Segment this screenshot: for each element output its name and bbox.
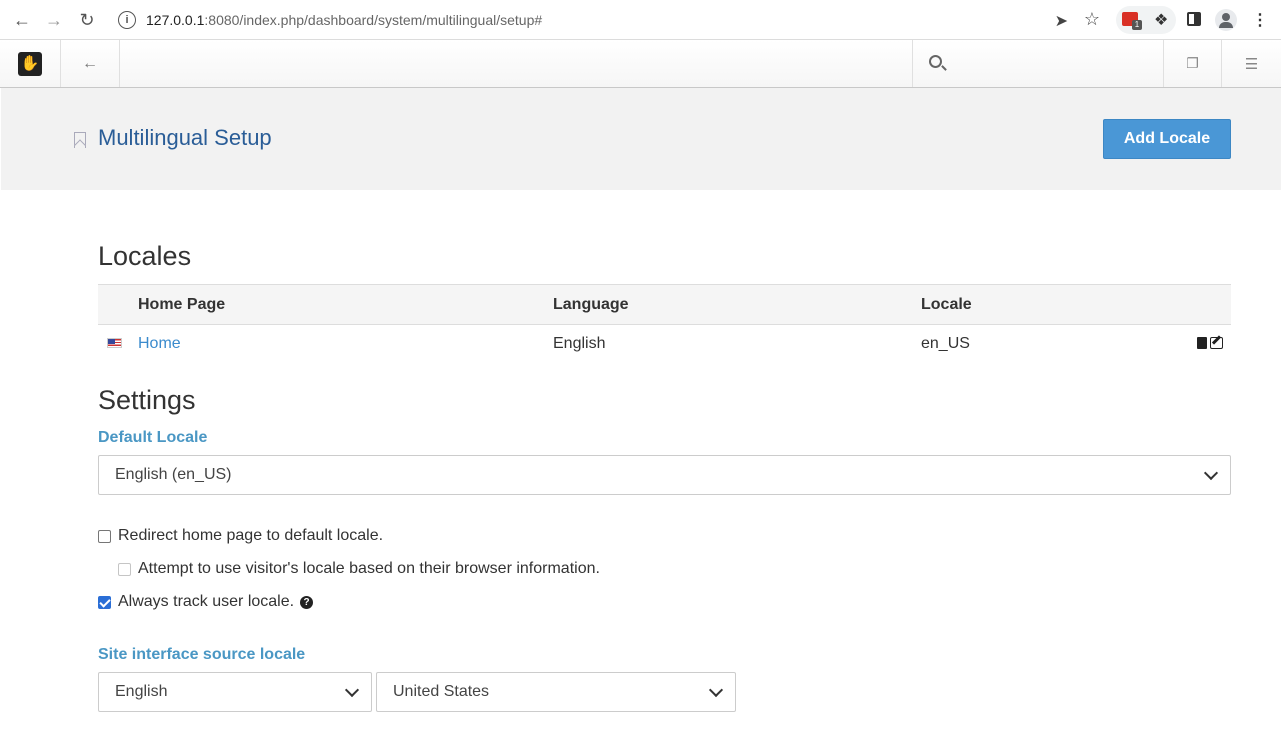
source-country-select[interactable]: United States — [376, 672, 736, 712]
track-checkbox[interactable] — [98, 595, 111, 609]
search-icon — [929, 55, 942, 68]
side-panel-icon[interactable] — [1187, 12, 1201, 26]
reload-icon[interactable]: ↻ — [73, 6, 101, 34]
redirect-option: Redirect home page to default locale. — [98, 527, 383, 545]
browser-toolbar: ← → ↻ i 127.0.0.1:8080/index.php/dashboa… — [0, 0, 1281, 40]
add-locale-button[interactable]: Add Locale — [1103, 119, 1231, 159]
puzzle-icon[interactable]: ❖ — [1154, 10, 1168, 30]
attempt-checkbox[interactable] — [118, 562, 131, 576]
settings-sliders-icon[interactable]: ☰ — [1222, 40, 1281, 87]
column-header: Locale — [921, 284, 1171, 325]
profile-avatar-icon[interactable] — [1215, 9, 1237, 31]
url-path: :8080/index.php/dashboard/system/multili… — [204, 12, 543, 28]
default-locale-value: English (en_US) — [115, 466, 232, 483]
kebab-menu-icon[interactable]: ⋮ — [1252, 10, 1268, 30]
column-header: Language — [553, 284, 921, 325]
redirect-label[interactable]: Redirect home page to default locale. — [118, 527, 383, 545]
source-language-select[interactable]: English — [98, 672, 372, 712]
locales-table: Home Page Language Locale Home English e… — [98, 284, 1231, 363]
locale-cell: en_US — [921, 334, 970, 352]
forward-arrow-icon[interactable]: → — [40, 6, 68, 34]
source-language-value: English — [115, 683, 168, 700]
home-page-link[interactable]: Home — [138, 335, 181, 352]
site-info-icon[interactable]: i — [118, 11, 136, 29]
cms-logo-button[interactable]: ✋ — [0, 40, 61, 87]
bookmark-icon[interactable] — [74, 132, 86, 148]
table-row: Home English en_US — [98, 325, 1231, 363]
track-label[interactable]: Always track user locale. — [118, 593, 294, 611]
bookmark-star-icon[interactable]: ☆ — [1084, 9, 1100, 30]
flag-column-header — [98, 284, 138, 325]
actions-column-header — [1171, 284, 1231, 325]
back-arrow-icon[interactable]: ← — [8, 6, 36, 34]
trash-icon[interactable] — [1197, 336, 1207, 349]
url-text[interactable]: 127.0.0.1:8080/index.php/dashboard/syste… — [146, 12, 542, 28]
address-bar[interactable]: i 127.0.0.1:8080/index.php/dashboard/sys… — [108, 5, 1108, 35]
extensions-group: 1 ❖ — [1116, 6, 1176, 34]
language-cell: English — [553, 334, 606, 352]
concrete-logo-icon: ✋ — [18, 51, 42, 76]
page-title: Multilingual Setup — [98, 125, 272, 150]
chevron-down-icon — [1203, 465, 1219, 481]
sitemap-icon[interactable]: ❐ — [1164, 40, 1222, 87]
help-icon[interactable]: ? — [300, 595, 314, 609]
source-country-value: United States — [393, 683, 490, 700]
chevron-down-icon — [708, 682, 724, 698]
locales-heading: Locales — [98, 241, 192, 271]
page-header: Multilingual Setup Add Locale — [1, 88, 1281, 190]
column-header: Home Page — [138, 284, 553, 325]
send-tab-icon[interactable]: ➤ — [1055, 11, 1068, 31]
back-arrow-icon[interactable]: ← — [61, 40, 120, 87]
edit-icon[interactable] — [1210, 336, 1223, 349]
default-locale-label: Default Locale — [98, 429, 208, 446]
url-host: 127.0.0.1 — [146, 12, 205, 28]
source-locale-label: Site interface source locale — [98, 646, 306, 663]
redirect-checkbox[interactable] — [98, 529, 111, 543]
settings-heading: Settings — [98, 385, 196, 415]
us-flag-icon — [107, 337, 122, 348]
attempt-label[interactable]: Attempt to use visitor's locale based on… — [138, 560, 600, 578]
chevron-down-icon — [344, 682, 360, 698]
table-header-row: Home Page Language Locale — [98, 284, 1231, 325]
cms-search-input[interactable] — [912, 40, 1164, 87]
extension-badge: 1 — [1132, 20, 1142, 30]
attempt-option: Attempt to use visitor's locale based on… — [118, 560, 600, 578]
cms-toolbar: ✋ ← ❐ ☰ — [0, 40, 1281, 88]
track-option: Always track user locale. ? — [98, 593, 314, 611]
default-locale-select[interactable]: English (en_US) — [98, 455, 1231, 495]
